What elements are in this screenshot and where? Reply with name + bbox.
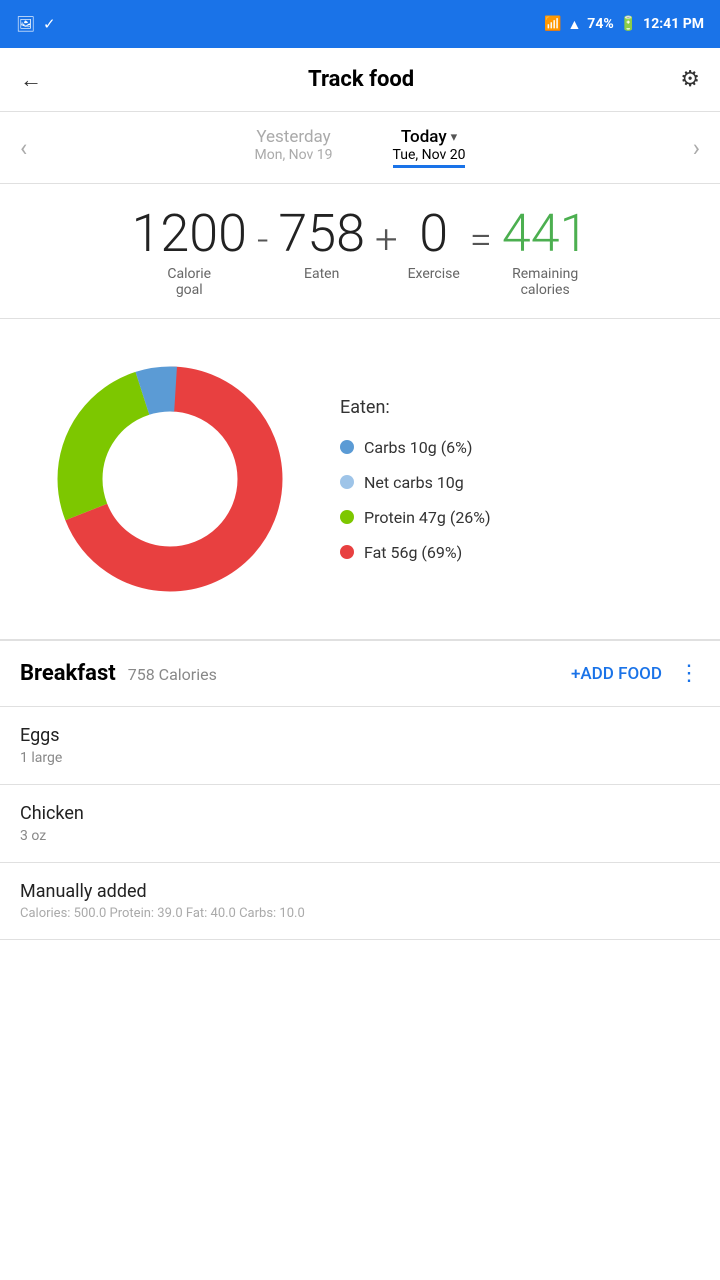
calorie-goal-number: 1200 [132, 208, 247, 260]
food-item-chicken[interactable]: Chicken 3 oz [0, 785, 720, 863]
prev-arrow[interactable]: ‹ [0, 134, 47, 162]
food-item-eggs[interactable]: Eggs 1 large [0, 707, 720, 785]
donut-chart [30, 339, 310, 619]
donut-hole [108, 417, 232, 541]
fat-dot [340, 545, 354, 559]
eaten-label: Eaten [304, 266, 339, 282]
today-tab[interactable]: Today ▾ Tue, Nov 20 [393, 127, 466, 168]
page-title: Track food [308, 67, 414, 92]
food-detail-eggs: 1 large [20, 750, 700, 766]
chart-legend: Eaten: Carbs 10g (6%) Net carbs 10g Prot… [340, 397, 491, 562]
net-carbs-dot [340, 475, 354, 489]
status-bar: 🖼 ✓ 📶 ▲ 74% 🔋 12:41 PM [0, 0, 720, 48]
remaining-number: 441 [502, 208, 589, 260]
calorie-goal-label: Caloriegoal [167, 266, 211, 298]
breakfast-section: Breakfast 758 Calories +ADD FOOD ⋮ Eggs … [0, 641, 720, 940]
equals-operator: = [470, 216, 492, 263]
more-options-button[interactable]: ⋮ [678, 661, 700, 686]
add-food-button[interactable]: +ADD FOOD [571, 664, 662, 684]
calorie-summary: 1200 Caloriegoal - 758 Eaten + 0 Exercis… [0, 184, 720, 319]
chart-section: Eaten: Carbs 10g (6%) Net carbs 10g Prot… [0, 319, 720, 641]
food-detail-chicken: 3 oz [20, 828, 700, 844]
today-label: Today ▾ [401, 127, 457, 147]
meal-calories: 758 Calories [128, 665, 217, 684]
app-bar: ← Track food ⚙ [0, 48, 720, 112]
carbs-label: Carbs 10g (6%) [364, 438, 472, 457]
net-carbs-label: Net carbs 10g [364, 473, 464, 492]
yesterday-label: Yesterday [256, 127, 330, 147]
meal-title: Breakfast [20, 661, 116, 686]
calorie-equation: 1200 Caloriegoal - 758 Eaten + 0 Exercis… [20, 208, 700, 298]
date-nav-center: Yesterday Mon, Nov 19 Today ▾ Tue, Nov 2… [255, 127, 466, 168]
yesterday-date: Mon, Nov 19 [255, 147, 333, 163]
fat-label: Fat 56g (69%) [364, 543, 462, 562]
legend-title: Eaten: [340, 397, 491, 418]
protein-dot [340, 510, 354, 524]
legend-protein: Protein 47g (26%) [340, 508, 491, 527]
settings-button[interactable]: ⚙ [680, 67, 700, 92]
exercise-number: 0 [419, 208, 448, 260]
legend-net-carbs: Net carbs 10g [340, 473, 491, 492]
legend-carbs: Carbs 10g (6%) [340, 438, 491, 457]
meal-title-area: Breakfast 758 Calories [20, 661, 217, 686]
food-name-manual: Manually added [20, 881, 700, 902]
time: 12:41 PM [643, 16, 704, 32]
eaten-number: 758 [278, 208, 365, 260]
plus-operator: + [375, 216, 398, 263]
status-bar-right: 📶 ▲ 74% 🔋 12:41 PM [544, 16, 704, 33]
next-arrow[interactable]: › [673, 134, 720, 162]
wifi-icon: 📶 [544, 16, 561, 32]
calorie-goal-item: 1200 Caloriegoal [132, 208, 247, 298]
minus-operator: - [257, 216, 268, 263]
yesterday-tab[interactable]: Yesterday Mon, Nov 19 [255, 127, 333, 168]
gallery-icon: 🖼 [16, 15, 35, 33]
carbs-dot [340, 440, 354, 454]
date-nav: ‹ Yesterday Mon, Nov 19 Today ▾ Tue, Nov… [0, 112, 720, 184]
exercise-item: 0 Exercise [408, 208, 460, 282]
meal-header: Breakfast 758 Calories +ADD FOOD ⋮ [0, 641, 720, 707]
food-detail-manual: Calories: 500.0 Protein: 39.0 Fat: 40.0 … [20, 906, 700, 921]
exercise-label: Exercise [408, 266, 460, 282]
check-icon: ✓ [43, 15, 56, 33]
dropdown-arrow: ▾ [451, 130, 458, 145]
today-date: Tue, Nov 20 [393, 147, 466, 163]
donut-svg [30, 339, 310, 619]
food-name-eggs: Eggs [20, 725, 700, 746]
back-button[interactable]: ← [20, 67, 42, 93]
meal-actions: +ADD FOOD ⋮ [571, 661, 700, 686]
remaining-item: 441 Remainingcalories [502, 208, 589, 298]
eaten-item: 758 Eaten [278, 208, 365, 282]
battery-icon: 🔋 [620, 16, 637, 32]
food-item-manual[interactable]: Manually added Calories: 500.0 Protein: … [0, 863, 720, 940]
legend-fat: Fat 56g (69%) [340, 543, 491, 562]
status-bar-left: 🖼 ✓ [16, 15, 56, 33]
remaining-label: Remainingcalories [512, 266, 578, 298]
food-name-chicken: Chicken [20, 803, 700, 824]
signal-icon: ▲ [567, 16, 581, 33]
protein-label: Protein 47g (26%) [364, 508, 491, 527]
battery-text: 74% [587, 16, 613, 32]
